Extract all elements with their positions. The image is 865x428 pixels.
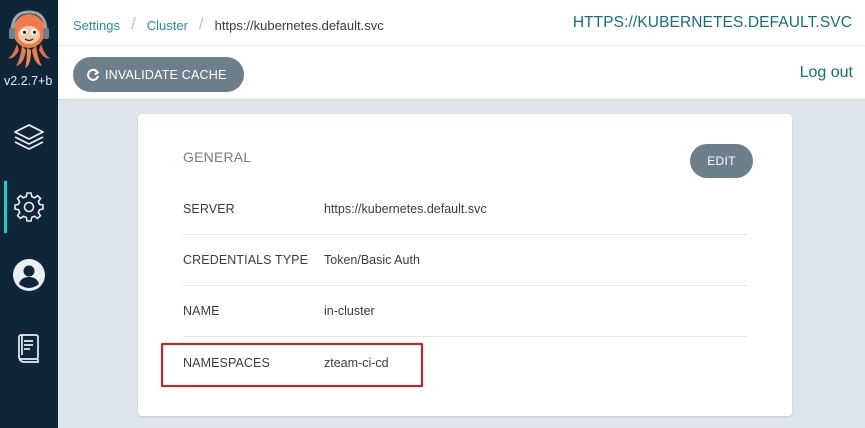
breadcrumb-settings[interactable]: Settings (73, 18, 120, 33)
argo-octopus-icon[interactable] (4, 10, 54, 70)
row-value: https://kubernetes.default.svc (324, 202, 487, 216)
table-row: CREDENTIALS TYPE Token/Basic Auth (183, 235, 747, 286)
breadcrumb-cluster[interactable]: Cluster (147, 18, 188, 33)
invalidate-cache-button[interactable]: INVALIDATE CACHE (73, 57, 244, 92)
page-title: HTTPS://KUBERNETES.DEFAULT.SVC (572, 14, 852, 31)
edit-button[interactable]: EDIT (690, 144, 753, 178)
row-key: NAME (183, 304, 220, 318)
row-value: Token/Basic Auth (324, 253, 420, 267)
sidebar-item-user-info[interactable] (0, 249, 58, 301)
sidebar: v2.2.7+b (0, 0, 58, 428)
row-value: in-cluster (324, 304, 375, 318)
gear-icon (13, 191, 45, 223)
app-version: v2.2.7+b (4, 74, 53, 88)
user-circle-icon (12, 258, 46, 292)
sidebar-item-documentation[interactable] (0, 322, 58, 374)
header-divider (58, 45, 865, 46)
breadcrumb-current: https://kubernetes.default.svc (214, 17, 384, 33)
breadcrumb-separator: / (198, 14, 204, 33)
row-key: SERVER (183, 202, 235, 216)
table-row: NAME in-cluster (183, 286, 747, 337)
refresh-icon (86, 68, 100, 82)
invalidate-cache-label: INVALIDATE CACHE (105, 67, 227, 82)
layers-icon (12, 120, 46, 154)
breadcrumb-separator: / (130, 14, 136, 33)
logout-link[interactable]: Log out (800, 64, 853, 82)
sidebar-item-settings[interactable] (0, 181, 58, 233)
top-bar: Settings / Cluster / https://kubernetes.… (58, 0, 865, 100)
row-key: CREDENTIALS TYPE (183, 253, 309, 267)
breadcrumb: Settings / Cluster / https://kubernetes.… (73, 14, 384, 35)
book-icon (16, 332, 42, 364)
namespaces-highlight-box (161, 343, 423, 387)
section-title: GENERAL (183, 149, 252, 165)
sidebar-item-applications[interactable] (0, 111, 58, 163)
table-row: SERVER https://kubernetes.default.svc (183, 184, 747, 235)
